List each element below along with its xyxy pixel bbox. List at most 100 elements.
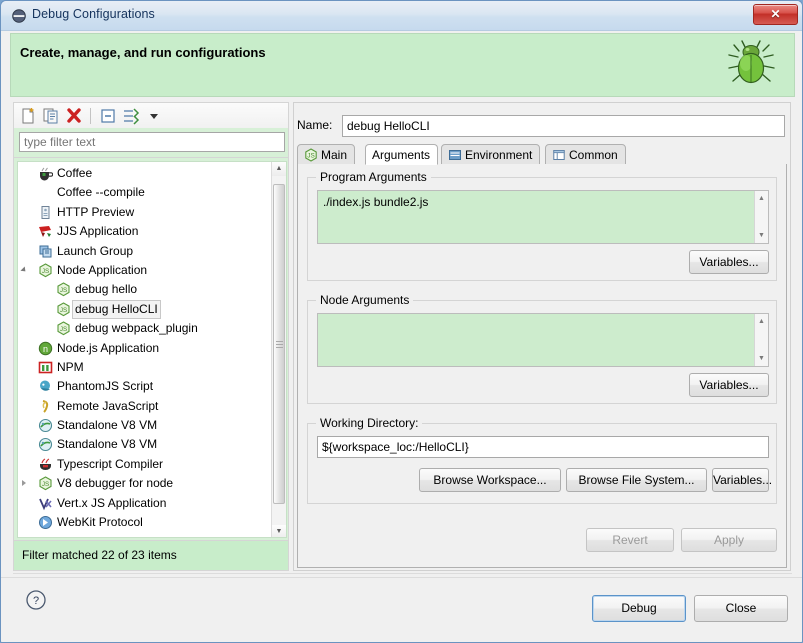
footer-bar: ? Debug Close [1,577,802,642]
tree-item[interactable]: JS V8 debugger for node [18,474,272,493]
coffee-icon [38,166,54,181]
tree-item-label: Node.js Application [57,340,160,355]
delete-configuration-icon[interactable] [64,106,84,126]
node-arguments-scrollbar[interactable]: ▲ ▼ [754,314,768,366]
tree-item-label: Remote JavaScript [57,398,159,413]
browse-workspace-button[interactable]: Browse Workspace... [419,468,561,492]
environment-icon [448,148,462,162]
duplicate-configuration-icon[interactable] [41,106,61,126]
working-directory-group: Working Directory: Browse Workspace... B… [307,416,777,504]
tree-item[interactable]: JS debug HelloCLI [18,299,272,319]
svg-text:JS: JS [60,307,67,314]
banner: Create, manage, and run configurations [10,33,795,97]
close-button[interactable]: Close [694,595,788,622]
tree-item-label: debug hello [75,282,138,297]
tree-item[interactable]: Remote JavaScript [18,397,272,416]
node-arguments-textarea[interactable]: ▲ ▼ [317,313,769,367]
help-button[interactable]: ? [25,589,47,611]
tree-item[interactable]: JS debug webpack_plugin [18,319,272,338]
working-directory-label: Working Directory: [316,416,423,430]
banner-title: Create, manage, and run configurations [20,45,266,60]
node-js-icon: JS [56,302,71,317]
tree-item[interactable]: JS debug hello [18,280,272,299]
http-preview-icon [38,205,53,220]
program-arguments-scrollbar[interactable]: ▲ ▼ [754,191,768,243]
tree-item-label: V8 debugger for node [57,476,174,491]
scroll-up-icon[interactable]: ▲ [272,162,286,176]
launch-group-icon [38,244,53,259]
configurations-tree[interactable]: Coffee Coffee --compile HTTP Preview JJS Ap… [17,161,287,538]
vertx-icon [38,496,53,511]
name-input[interactable] [342,115,785,137]
node-js-icon: JS [38,476,53,491]
window-title: Debug Configurations [32,7,155,21]
tree-item[interactable]: HTTP Preview [18,203,272,222]
node-js-icon: JS [56,282,71,297]
filter-icon[interactable] [121,106,141,126]
tree-item-label: PhantomJS Script [57,379,154,394]
tree-item-label: debug webpack_plugin [75,321,198,336]
program-arguments-variables-button[interactable]: Variables... [689,250,769,274]
tab-arguments[interactable]: Arguments [365,144,439,165]
working-directory-input[interactable] [317,436,769,458]
remote-js-icon [38,399,53,414]
scrollbar-thumb[interactable] [273,184,285,504]
tree-item[interactable]: WebKit Protocol [18,513,272,532]
tree-item[interactable]: JJS Application [18,222,272,241]
tree-item-label: Coffee [57,166,93,180]
svg-text:?: ? [33,595,39,607]
tree-item[interactable]: Coffee --compile [18,183,272,202]
footer-divider [13,573,792,574]
tree-item-label: JJS Application [57,224,139,239]
scroll-down-icon[interactable]: ▼ [755,229,768,242]
tree-item-label: WebKit Protocol [57,515,143,530]
tree-item[interactable]: PhantomJS Script [18,377,272,396]
tab-environment[interactable]: Environment [441,144,541,165]
scroll-down-icon[interactable]: ▼ [272,525,286,537]
node-arguments-variables-button[interactable]: Variables... [689,373,769,397]
tab-common[interactable]: Common [545,144,626,165]
program-arguments-textarea[interactable]: ./index.js bundle2.js ▲ ▼ [317,190,769,244]
filter-container [13,128,289,158]
tree-item[interactable]: Typescript Compiler [18,455,272,474]
tree-scrollbar[interactable]: ▲ ▼ [271,162,286,537]
tree-item[interactable]: Vert.x JS Application [18,494,272,513]
tree-item[interactable]: JS Node Application [18,261,272,280]
filter-input[interactable] [19,132,285,152]
toolbar-separator [90,108,91,124]
tree-item-label: Typescript Compiler [57,456,164,471]
tree-item[interactable]: Standalone V8 VM [18,435,272,454]
scroll-down-icon[interactable]: ▼ [755,352,768,365]
collapse-arrow-icon[interactable] [22,480,26,487]
scroll-up-icon[interactable]: ▲ [755,315,768,328]
apply-button[interactable]: Apply [681,528,777,552]
tree-item-label: Coffee --compile [57,185,145,200]
browse-file-system-button[interactable]: Browse File System... [566,468,707,492]
tree-item[interactable]: Standalone V8 VM [18,416,272,435]
title-bar: Debug Configurations ✕ [1,1,802,31]
tree-item[interactable]: NPM [18,358,272,377]
typescript-icon [38,457,53,472]
tree-item[interactable]: Coffee [18,164,272,183]
tree-item[interactable]: Launch Group [18,242,272,261]
tab-main[interactable]: JS Main [297,144,356,165]
debug-button[interactable]: Debug [592,595,686,622]
filter-status: Filter matched 22 of 23 items [13,541,289,571]
working-directory-variables-button[interactable]: Variables... [712,468,772,492]
revert-button[interactable]: Revert [586,528,674,552]
close-window-button[interactable]: ✕ [753,4,798,25]
scrollbar-grip [276,341,283,342]
chevron-down-icon[interactable] [144,106,164,126]
scroll-up-icon[interactable]: ▲ [755,192,768,205]
tree-item-label: Launch Group [57,243,134,258]
bug-illustration-icon [722,37,780,95]
tree-item-label: debug HelloCLI [72,299,161,319]
name-label: Name: [297,118,333,132]
expand-arrow-icon[interactable] [20,266,28,274]
tree-item[interactable]: n Node.js Application [18,339,272,358]
svg-text:JS: JS [42,268,49,275]
tree-item-label: HTTP Preview [57,204,135,219]
tab-common-label: Common [569,148,618,162]
collapse-all-icon[interactable] [98,106,118,126]
new-configuration-icon[interactable] [18,106,38,126]
